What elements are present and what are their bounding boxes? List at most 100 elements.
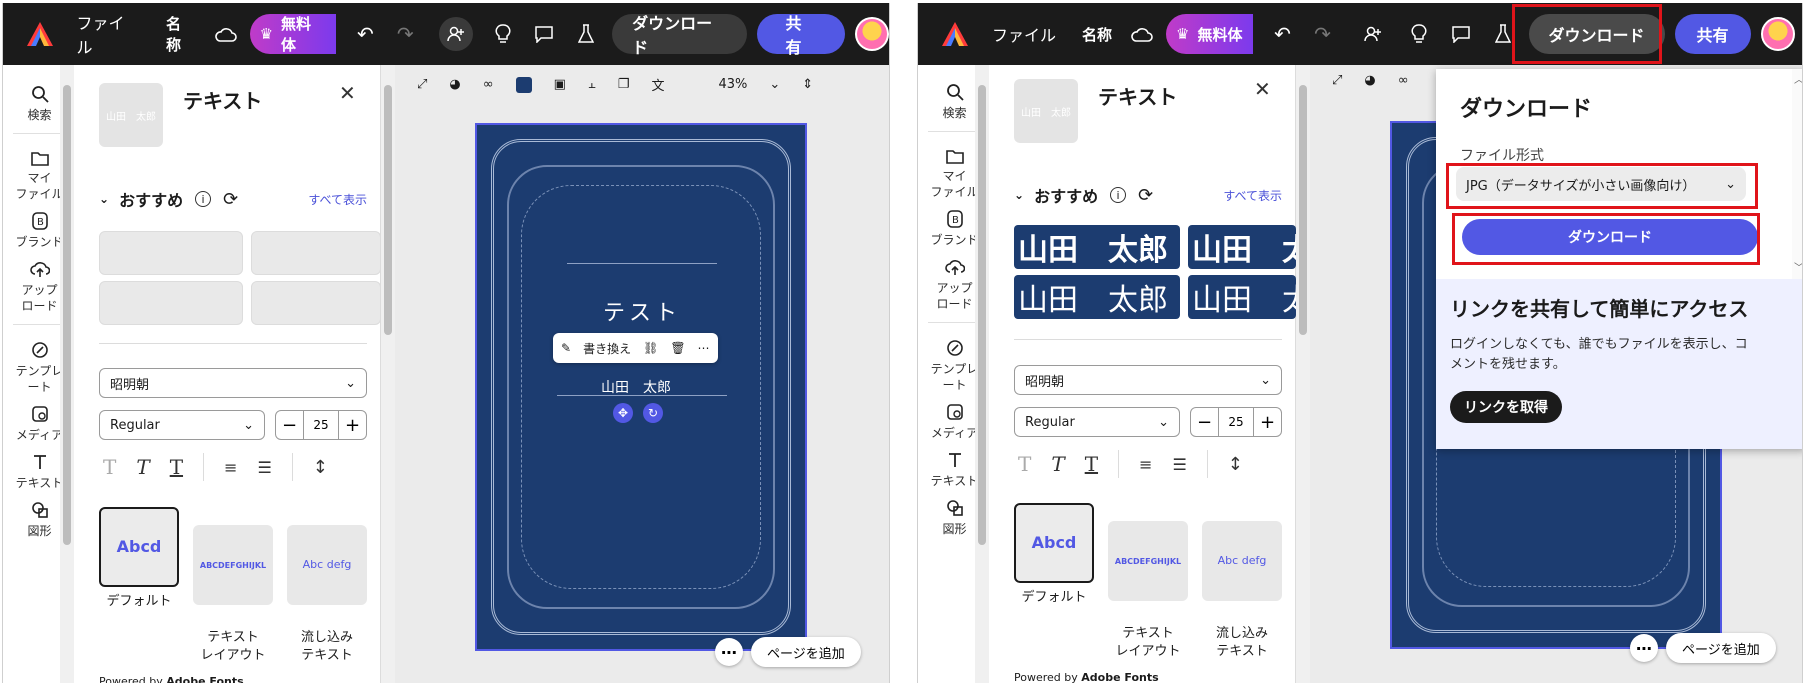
underline-icon[interactable]: T bbox=[1085, 452, 1098, 476]
rail-scrollbar-thumb[interactable] bbox=[63, 85, 71, 545]
see-all-link[interactable]: すべて表示 bbox=[308, 191, 367, 208]
see-all-link[interactable]: すべて表示 bbox=[1223, 187, 1282, 204]
color-swatch-icon[interactable] bbox=[515, 76, 532, 93]
recommended-tile[interactable] bbox=[99, 231, 243, 275]
text-shadow-icon[interactable]: T bbox=[1018, 452, 1031, 476]
rewrite-button[interactable]: 書き換え bbox=[583, 340, 631, 357]
chevron-down-icon[interactable]: ⌄ bbox=[769, 77, 780, 92]
info-icon[interactable]: i bbox=[195, 191, 212, 207]
panel-scrollbar-thumb[interactable] bbox=[1299, 85, 1307, 335]
style-flow-text[interactable]: Abc defg 流し込み テキスト bbox=[287, 507, 367, 665]
italic-icon[interactable]: T bbox=[136, 455, 149, 479]
style-text-layout[interactable]: ABCDEFGHIJKL テキスト レイアウト bbox=[1108, 503, 1188, 661]
line-spacing-icon[interactable]: ↕ bbox=[1228, 454, 1243, 475]
font-size-stepper[interactable]: − 25 + bbox=[1190, 407, 1282, 437]
line-spacing-icon[interactable]: ↕ bbox=[313, 457, 328, 478]
style-text-layout[interactable]: ABCDEFGHIJKL テキスト レイアウト bbox=[193, 507, 273, 665]
adobe-express-logo[interactable] bbox=[3, 22, 76, 46]
panel-scrollbar-thumb[interactable] bbox=[384, 85, 392, 335]
zoom-value[interactable]: 43% bbox=[718, 77, 747, 92]
rail-scrollbar-thumb[interactable] bbox=[978, 85, 986, 545]
comment-icon[interactable] bbox=[1445, 18, 1477, 50]
underline-icon[interactable]: T bbox=[170, 455, 183, 479]
more-options-icon[interactable]: ⋯ bbox=[715, 638, 743, 666]
decrease-icon[interactable]: − bbox=[276, 411, 304, 439]
style-flow-text[interactable]: Abc defg 流し込み テキスト bbox=[1202, 503, 1282, 661]
add-page-button[interactable]: ページを追加 bbox=[751, 637, 861, 667]
list-icon[interactable]: ☰ bbox=[257, 458, 271, 477]
text-shadow-icon[interactable]: T bbox=[103, 455, 116, 479]
avatar[interactable] bbox=[1760, 17, 1795, 51]
font-family-select[interactable]: 昭明朝 ⌄ bbox=[99, 368, 367, 398]
link-icon[interactable]: ⛓ bbox=[643, 341, 658, 355]
close-icon[interactable]: ✕ bbox=[1254, 77, 1271, 101]
add-page-button[interactable]: ページを追加 bbox=[1666, 633, 1776, 663]
delete-icon[interactable]: 🗑 bbox=[670, 341, 685, 355]
chevron-up-icon[interactable]: ︿ bbox=[1794, 71, 1802, 86]
redo-icon[interactable]: ↷ bbox=[1307, 18, 1339, 50]
undo-icon[interactable]: ↶ bbox=[350, 18, 382, 50]
invite-user-icon[interactable] bbox=[439, 17, 473, 51]
panel-scrollbar[interactable] bbox=[381, 65, 395, 683]
recommended-tile[interactable]: 山田 太郎 bbox=[1188, 225, 1296, 269]
file-menu[interactable]: ファイル bbox=[992, 22, 1056, 46]
rail-scrollbar[interactable] bbox=[60, 65, 74, 683]
document-name[interactable]: 名称 bbox=[1082, 24, 1112, 45]
name-text[interactable]: 山田 太郎 bbox=[601, 377, 671, 397]
recommended-tile[interactable]: 山田 太郎 bbox=[1014, 275, 1180, 319]
palette-icon[interactable]: ◕ bbox=[449, 77, 460, 92]
style-default[interactable]: Abcd デフォルト bbox=[99, 507, 179, 665]
get-link-button[interactable]: リンクを取得 bbox=[1450, 391, 1562, 423]
recommended-tile[interactable]: 山田 太郎 bbox=[1188, 275, 1296, 319]
info-icon[interactable]: i bbox=[1110, 187, 1127, 203]
italic-icon[interactable]: T bbox=[1051, 452, 1064, 476]
popup-scrollbar[interactable]: ︿ ﹀ bbox=[1792, 69, 1802, 279]
style-default[interactable]: Abcd デフォルト bbox=[1014, 503, 1094, 661]
recommended-tile[interactable] bbox=[251, 281, 381, 325]
bulb-icon[interactable] bbox=[487, 18, 519, 50]
chevron-down-icon[interactable]: ﹀ bbox=[1794, 259, 1802, 274]
align-icon[interactable]: ⫠ bbox=[588, 77, 596, 92]
font-size-stepper[interactable]: − 25 + bbox=[275, 410, 367, 440]
refresh-icon[interactable]: ⟳ bbox=[223, 189, 238, 210]
file-menu[interactable]: ファイル bbox=[76, 10, 140, 58]
download-button[interactable]: ダウンロード bbox=[612, 14, 748, 57]
layers-icon[interactable]: ❐ bbox=[618, 77, 630, 92]
bulb-icon[interactable] bbox=[1403, 18, 1435, 50]
frame-icon[interactable]: ▣ bbox=[554, 77, 566, 92]
redo-icon[interactable]: ↷ bbox=[389, 18, 421, 50]
align-center-icon[interactable]: ≡ bbox=[224, 458, 237, 477]
cloud-icon[interactable] bbox=[1126, 18, 1158, 50]
resize-icon[interactable]: ⤢ bbox=[417, 77, 427, 92]
animation-icon[interactable]: ∞ bbox=[483, 77, 494, 92]
premium-trial-button[interactable]: ♛ 無料体 bbox=[1166, 14, 1253, 54]
invite-user-icon[interactable] bbox=[1357, 18, 1389, 50]
share-button[interactable]: 共有 bbox=[1674, 14, 1751, 54]
chevron-down-icon[interactable]: ⌄ bbox=[1014, 188, 1024, 202]
palette-icon[interactable]: ◕ bbox=[1364, 73, 1375, 88]
fit-icon[interactable]: ⇕ bbox=[802, 77, 813, 92]
design-page[interactable]: テスト ✎ 書き換え ⛓ 🗑 ⋯ 山田 太郎 ✥ ↻ bbox=[475, 123, 807, 651]
premium-trial-button[interactable]: ♛ 無料体 bbox=[249, 14, 336, 54]
font-weight-select[interactable]: Regular ⌄ bbox=[1014, 407, 1180, 437]
flask-icon[interactable] bbox=[570, 18, 602, 50]
recommended-tile[interactable]: 山田 太郎 bbox=[1014, 225, 1180, 269]
recommended-tile[interactable] bbox=[99, 281, 243, 325]
font-size-value[interactable]: 25 bbox=[304, 411, 338, 439]
page-title[interactable]: テスト bbox=[603, 295, 681, 327]
refresh-icon[interactable]: ⟳ bbox=[1138, 185, 1153, 206]
close-icon[interactable]: ✕ bbox=[339, 81, 356, 105]
translate-icon[interactable]: 文 bbox=[651, 75, 664, 94]
rewrite-icon[interactable]: ✎ bbox=[561, 341, 571, 355]
decrease-icon[interactable]: − bbox=[1191, 408, 1219, 436]
comment-icon[interactable] bbox=[529, 18, 561, 50]
font-size-value[interactable]: 25 bbox=[1219, 408, 1253, 436]
share-button[interactable]: 共有 bbox=[757, 14, 846, 57]
more-options-icon[interactable]: ⋯ bbox=[1630, 634, 1658, 662]
move-icon[interactable]: ✥ bbox=[613, 403, 633, 423]
increase-icon[interactable]: + bbox=[338, 411, 366, 439]
adobe-express-logo[interactable] bbox=[918, 22, 992, 46]
more-icon[interactable]: ⋯ bbox=[698, 341, 710, 355]
avatar[interactable] bbox=[855, 17, 889, 51]
align-center-icon[interactable]: ≡ bbox=[1139, 455, 1152, 474]
